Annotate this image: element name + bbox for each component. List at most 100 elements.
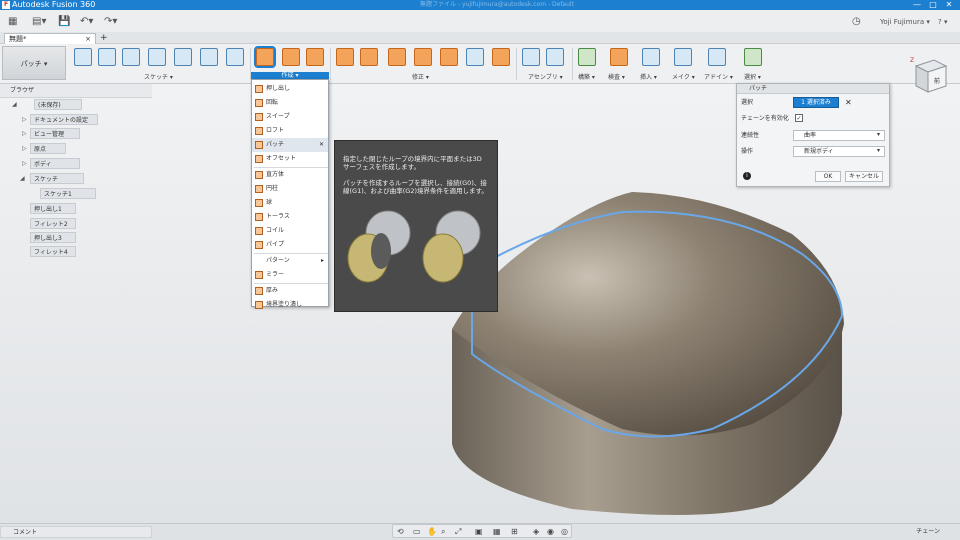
new-component-icon[interactable] xyxy=(522,48,540,66)
minimize-button[interactable]: — xyxy=(910,0,924,10)
user-menu[interactable]: Yoji Fujimura ▾ xyxy=(880,14,930,30)
scale-icon[interactable] xyxy=(466,48,484,66)
offset-plane-icon[interactable] xyxy=(578,48,596,66)
press-pull-icon[interactable] xyxy=(336,48,354,66)
menu-item-torus[interactable]: トーラス xyxy=(252,210,328,224)
tree-item-fillet4[interactable]: フィレット4 xyxy=(30,246,76,257)
cancel-button[interactable]: キャンセル xyxy=(845,171,883,182)
tree-item-sketches[interactable]: スケッチ xyxy=(30,173,84,184)
redo-icon[interactable]: ↷▾ xyxy=(104,14,117,30)
close-tab-icon[interactable]: × xyxy=(85,34,91,44)
spline-icon[interactable] xyxy=(174,48,192,66)
patch-dialog-title[interactable]: パッチ xyxy=(737,84,889,94)
close-window-button[interactable]: ✕ xyxy=(942,0,956,10)
insert-image-icon[interactable] xyxy=(642,48,660,66)
measure-icon[interactable] xyxy=(610,48,628,66)
app-grid-icon[interactable]: ▦ xyxy=(8,14,17,30)
reverse-normal-icon[interactable] xyxy=(440,48,458,66)
job-status-icon[interactable]: ◷ xyxy=(852,14,861,30)
tree-expand-icon[interactable]: ▷ xyxy=(22,158,27,169)
line-icon[interactable] xyxy=(98,48,116,66)
menu-item-patch[interactable]: パッチ ✕ xyxy=(252,138,328,152)
tree-item-origin[interactable]: 原点 xyxy=(30,143,66,154)
ribbon-group-modify[interactable]: 修正 ▾ xyxy=(412,72,429,81)
chain-checkbox[interactable]: ✓ xyxy=(795,114,803,122)
tree-expand-icon[interactable]: ◢ xyxy=(12,99,17,110)
menu-item-coil[interactable]: コイル xyxy=(252,224,328,238)
comments-panel-header[interactable]: コメント xyxy=(0,526,152,538)
create-sketch-icon[interactable] xyxy=(74,48,92,66)
operation-select[interactable]: 新規ボディ xyxy=(793,146,885,157)
fit-icon[interactable]: ⤢ xyxy=(455,526,461,538)
tree-item-document-settings[interactable]: ドキュメントの設定 xyxy=(30,114,98,125)
sketch-3d-icon[interactable] xyxy=(148,48,166,66)
effects-icon[interactable]: ◎ xyxy=(561,526,568,538)
ribbon-group-inspect[interactable]: 検査 ▾ xyxy=(608,72,625,81)
trim-icon[interactable] xyxy=(388,48,406,66)
clear-selection-icon[interactable]: ✕ xyxy=(845,98,852,108)
revolve-icon[interactable] xyxy=(282,48,300,66)
viewports-icon[interactable]: ⊞ xyxy=(511,526,518,538)
delete-face-icon[interactable] xyxy=(492,48,510,66)
save-icon[interactable]: 💾 xyxy=(58,14,70,30)
tree-expand-icon[interactable]: ▷ xyxy=(22,128,27,139)
tree-item-extrude1[interactable]: 押し出し1 xyxy=(30,203,76,214)
grid-settings-icon[interactable]: ▦ xyxy=(493,526,501,538)
ribbon-group-assemble[interactable]: アセンブリ ▾ xyxy=(528,72,563,81)
maximize-button[interactable]: □ xyxy=(926,0,940,10)
point-icon[interactable] xyxy=(200,48,218,66)
tree-item-sketch1[interactable]: スケッチ1 xyxy=(40,188,96,199)
ribbon-group-addins[interactable]: アドイン ▾ xyxy=(704,72,733,81)
info-icon[interactable]: i xyxy=(743,172,751,180)
rectangle-icon[interactable] xyxy=(122,48,140,66)
menu-item-mirror[interactable]: ミラー xyxy=(252,268,328,282)
pan-icon[interactable]: ✋ xyxy=(427,526,437,538)
menu-item-pipe[interactable]: パイプ xyxy=(252,238,328,252)
menu-item-sweep[interactable]: スイープ xyxy=(252,110,328,124)
addins-scripts-icon[interactable] xyxy=(708,48,726,66)
ribbon-group-construct[interactable]: 構築 ▾ xyxy=(578,72,595,81)
menu-item-box[interactable]: 直方体 xyxy=(252,168,328,182)
ok-button[interactable]: OK xyxy=(815,171,841,182)
workspace-switcher[interactable]: パッチ ▾ xyxy=(2,46,66,80)
loft-icon[interactable] xyxy=(306,48,324,66)
tree-item-fillet2[interactable]: フィレット2 xyxy=(30,218,76,229)
close-menu-icon[interactable]: ✕ xyxy=(319,138,324,152)
new-tab-button[interactable]: + xyxy=(100,33,108,43)
ribbon-group-insert[interactable]: 挿入 ▾ xyxy=(640,72,657,81)
viewcube[interactable]: Z 前 xyxy=(908,52,950,98)
document-tab[interactable]: 無題* × xyxy=(4,33,96,44)
menu-item-offset[interactable]: オフセット xyxy=(252,152,328,166)
ribbon-group-select[interactable]: 選択 ▾ xyxy=(744,72,761,81)
tree-item-bodies[interactable]: ボディ xyxy=(30,158,80,169)
selection-button[interactable]: 1 選択済み xyxy=(793,97,839,108)
extrude-icon[interactable] xyxy=(254,46,276,68)
menu-item-loft[interactable]: ロフト xyxy=(252,124,328,138)
make-3d-print-icon[interactable] xyxy=(674,48,692,66)
help-menu[interactable]: ? ▾ xyxy=(938,14,947,30)
undo-icon[interactable]: ↶▾ xyxy=(80,14,93,30)
menu-item-boundary-fill[interactable]: 境界塗り潰し xyxy=(252,298,328,312)
menu-item-extrude[interactable]: 押し出し xyxy=(252,82,328,96)
environment-icon[interactable]: ◉ xyxy=(547,526,554,538)
slot-icon[interactable] xyxy=(226,48,244,66)
joint-icon[interactable] xyxy=(546,48,564,66)
tree-item-named-views[interactable]: ビュー管理 xyxy=(30,128,80,139)
tree-expand-icon[interactable]: ▷ xyxy=(22,143,27,154)
stitch-icon[interactable] xyxy=(360,48,378,66)
visual-style-icon[interactable]: ◈ xyxy=(533,526,539,538)
tree-item-extrude3[interactable]: 押し出し3 xyxy=(30,232,76,243)
menu-item-thicken[interactable]: 厚み xyxy=(252,284,328,298)
ribbon-group-make[interactable]: メイク ▾ xyxy=(672,72,695,81)
menu-item-cylinder[interactable]: 円柱 xyxy=(252,182,328,196)
select-icon[interactable] xyxy=(744,48,762,66)
browser-panel-header[interactable]: ブラウザ xyxy=(0,84,152,98)
extend-icon[interactable] xyxy=(414,48,432,66)
menu-item-sphere[interactable]: 球 xyxy=(252,196,328,210)
tree-item-root[interactable]: (未保存) xyxy=(34,99,82,110)
ribbon-group-sketch[interactable]: スケッチ ▾ xyxy=(144,72,173,81)
menu-item-revolve[interactable]: 回転 xyxy=(252,96,328,110)
tree-expand-icon[interactable]: ◢ xyxy=(20,173,25,184)
continuity-select[interactable]: 曲率 xyxy=(793,130,885,141)
file-menu-icon[interactable]: ▤▾ xyxy=(32,14,46,30)
